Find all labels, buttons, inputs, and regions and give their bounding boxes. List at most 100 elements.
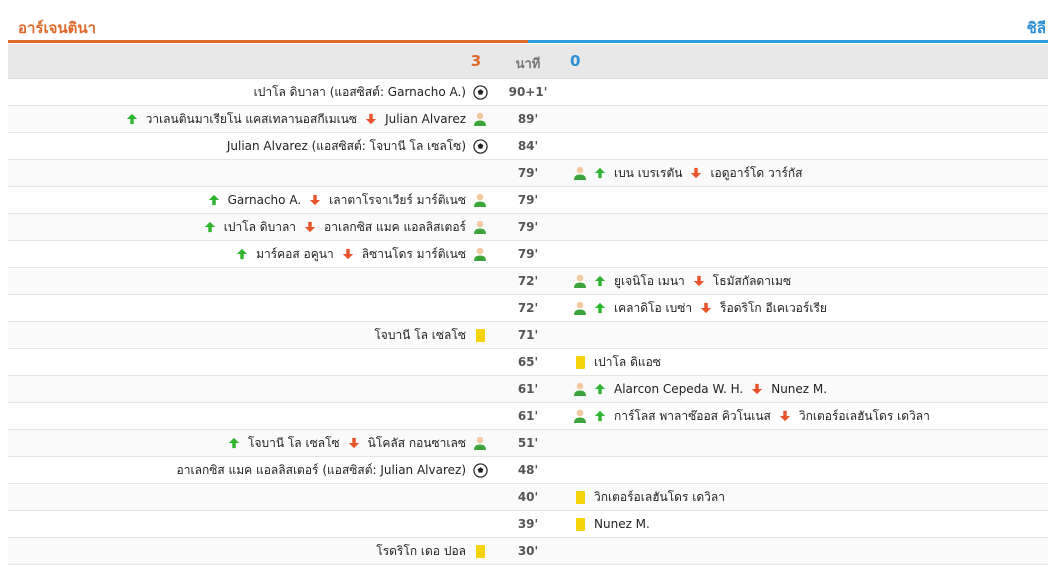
home-score: 3 (470, 52, 482, 70)
event-row: 30' โรดริโก เดอ ปอล (8, 538, 1048, 565)
booked-player-name[interactable]: วิกเตอร์อเลฮันโดร เดวิลา (590, 488, 729, 507)
yellow-card-shape (575, 490, 585, 504)
away-event: เบน เบรเรตัน เอดูอาร์โด วาร์กัส (570, 160, 807, 186)
player-in-name[interactable]: วาเลนตินมาเรียโน่ แคสเทลานอสกีเมเนซ (142, 110, 361, 129)
home-color-bar (8, 40, 528, 43)
away-event: เปาโล ดิแอซ (570, 349, 665, 375)
event-row: 79' เบน เบรเรตัน เอดูอาร์โด วาร์กัส (8, 160, 1048, 187)
sub-out-arrow-icon (338, 244, 358, 264)
substitution-icon (570, 406, 590, 426)
event-minute: 79' (517, 193, 539, 207)
substitution-icon (570, 379, 590, 399)
player-out-name[interactable]: ลิซานโดร มาร์ติเนซ (358, 245, 470, 264)
away-event: ยูเจนิโอ เมนา โธมัสกัลดาเมซ (570, 268, 795, 294)
sub-out-arrow-icon (686, 163, 706, 183)
score-header: 3 นาที 0 (8, 44, 1048, 79)
substitution-icon (470, 433, 490, 453)
goal-scorer-text[interactable]: Julian Alvarez (แอสซิสต์: โจบานี โล เซลโ… (223, 137, 470, 156)
event-row: 39' Nunez M. (8, 511, 1048, 538)
player-in-name[interactable]: ยูเจนิโอ เมนา (610, 272, 689, 291)
away-event: Alarcon Cepeda W. H. Nunez M. (570, 376, 831, 402)
event-minute: 30' (517, 544, 539, 558)
event-minute: 79' (517, 247, 539, 261)
event-row: 40' วิกเตอร์อเลฮันโดร เดวิลา (8, 484, 1048, 511)
event-row: 61' Alarcon Cepeda W. H. Nunez M. (8, 376, 1048, 403)
away-event: การ์โลส พาลาซ๊ออส คิวโนเนส วิกเตอร์อเลฮัน… (570, 403, 934, 429)
player-out-name[interactable]: ร็อดริโก อีเคเวอร์เรีย (716, 299, 831, 318)
event-minute: 61' (517, 409, 539, 423)
substitution-icon (570, 163, 590, 183)
player-in-name[interactable]: โจบานี โล เซลโซ (244, 434, 344, 453)
booked-player-name[interactable]: เปาโล ดิแอซ (590, 353, 665, 372)
event-row: 84' Julian Alvarez (แอสซิสต์: โจบานี โล เ… (8, 133, 1048, 160)
event-row: 90+1' เปาโล ดิบาลา (แอสซิสต์: Garnacho A.… (8, 79, 1048, 106)
event-minute: 40' (517, 490, 539, 504)
home-event: โรดริโก เดอ ปอล (372, 538, 490, 564)
player-out-name[interactable]: นิโคลัส กอนซาเลซ (364, 434, 470, 453)
yellow-card-shape (475, 328, 485, 342)
sub-in-arrow-icon (590, 298, 610, 318)
player-out-name[interactable]: อาเลกซิส แมค แอลลิสเตอร์ (320, 218, 470, 237)
sub-in-arrow-icon (590, 271, 610, 291)
sub-in-arrow-icon (232, 244, 252, 264)
player-in-name[interactable]: เคลาดิโอ เบซ่า (610, 299, 696, 318)
sub-in-arrow-icon (200, 217, 220, 237)
event-minute: 79' (517, 166, 539, 180)
home-event: โจบานี โล เซลโซ (370, 322, 490, 348)
sub-out-arrow-icon (361, 109, 381, 129)
yellow-card-shape (475, 544, 485, 558)
match-events-panel: อาร์เจนตินา ชิลี 3 นาที 0 90+1' เปาโล ดิบ… (0, 0, 1058, 565)
sub-out-arrow-icon (305, 190, 325, 210)
player-out-name[interactable]: เอดูอาร์โด วาร์กัส (706, 164, 806, 183)
player-in-name[interactable]: เปาโล ดิบาลา (220, 218, 300, 237)
yellow-card-shape (575, 355, 585, 369)
player-out-name[interactable]: โธมัสกัลดาเมซ (709, 272, 795, 291)
home-event: เปาโล ดิบาลา อาเลกซิส แมค แอลลิสเตอร์ (200, 214, 490, 240)
event-minute: 71' (517, 328, 539, 342)
event-minute: 72' (517, 274, 539, 288)
sub-out-arrow-icon (344, 433, 364, 453)
sub-out-arrow-icon (747, 379, 767, 399)
substitution-icon (470, 109, 490, 129)
player-out-name[interactable]: Julian Alvarez (381, 112, 470, 126)
sub-in-arrow-icon (122, 109, 142, 129)
goal-scorer-text[interactable]: เปาโล ดิบาลา (แอสซิสต์: Garnacho A.) (250, 83, 470, 102)
player-in-name[interactable]: Alarcon Cepeda W. H. (610, 382, 747, 396)
event-minute: 79' (517, 220, 539, 234)
home-event: อาเลกซิส แมค แอลลิสเตอร์ (แอสซิสต์: Juli… (173, 457, 490, 483)
player-in-name[interactable]: Garnacho A. (224, 193, 306, 207)
goal-ball-icon (470, 460, 490, 480)
event-minute: 51' (517, 436, 539, 450)
event-row: 48' อาเลกซิส แมค แอลลิสเตอร์ (แอสซิสต์: J… (8, 457, 1048, 484)
booked-player-name[interactable]: โรดริโก เดอ ปอล (372, 542, 470, 561)
yellow-card-icon (470, 325, 490, 345)
booked-player-name[interactable]: Nunez M. (590, 517, 654, 531)
player-out-name[interactable]: Nunez M. (767, 382, 831, 396)
event-minute: 39' (517, 517, 539, 531)
yellow-card-icon (470, 541, 490, 561)
player-in-name[interactable]: มาร์คอส อคูนา (252, 245, 338, 264)
player-in-name[interactable]: การ์โลส พาลาซ๊ออส คิวโนเนส (610, 407, 775, 426)
player-out-name[interactable]: วิกเตอร์อเลฮันโดร เดวิลา (795, 407, 934, 426)
away-team-name[interactable]: ชิลี (1027, 16, 1046, 40)
player-out-name[interactable]: เลาตาโรจาเวียร์ มาร์ติเนซ (325, 191, 470, 210)
away-event: เคลาดิโอ เบซ่า ร็อดริโก อีเคเวอร์เรีย (570, 295, 831, 321)
event-row: 71' โจบานี โล เซลโซ (8, 322, 1048, 349)
home-team-name[interactable]: อาร์เจนตินา (18, 16, 96, 40)
goal-ball-icon (470, 82, 490, 102)
event-minute: 48' (517, 463, 539, 477)
event-row: 61' การ์โลส พาลาซ๊ออส คิวโนเนส วิกเตอร์อเล… (8, 403, 1048, 430)
yellow-card-icon (570, 352, 590, 372)
sub-in-arrow-icon (590, 406, 610, 426)
sub-in-arrow-icon (590, 163, 610, 183)
substitution-icon (470, 190, 490, 210)
sub-out-arrow-icon (689, 271, 709, 291)
booked-player-name[interactable]: โจบานี โล เซลโซ (370, 326, 470, 345)
minute-column-header: นาที (515, 57, 541, 72)
goal-scorer-text[interactable]: อาเลกซิส แมค แอลลิสเตอร์ (แอสซิสต์: Juli… (173, 461, 470, 480)
player-in-name[interactable]: เบน เบรเรตัน (610, 164, 686, 183)
event-minute: 72' (517, 301, 539, 315)
event-row: 89' วาเลนตินมาเรียโน่ แคสเทลานอสกีเมเนซ Ju… (8, 106, 1048, 133)
yellow-card-shape (575, 517, 585, 531)
teams-header: อาร์เจนตินา ชิลี (8, 0, 1048, 44)
